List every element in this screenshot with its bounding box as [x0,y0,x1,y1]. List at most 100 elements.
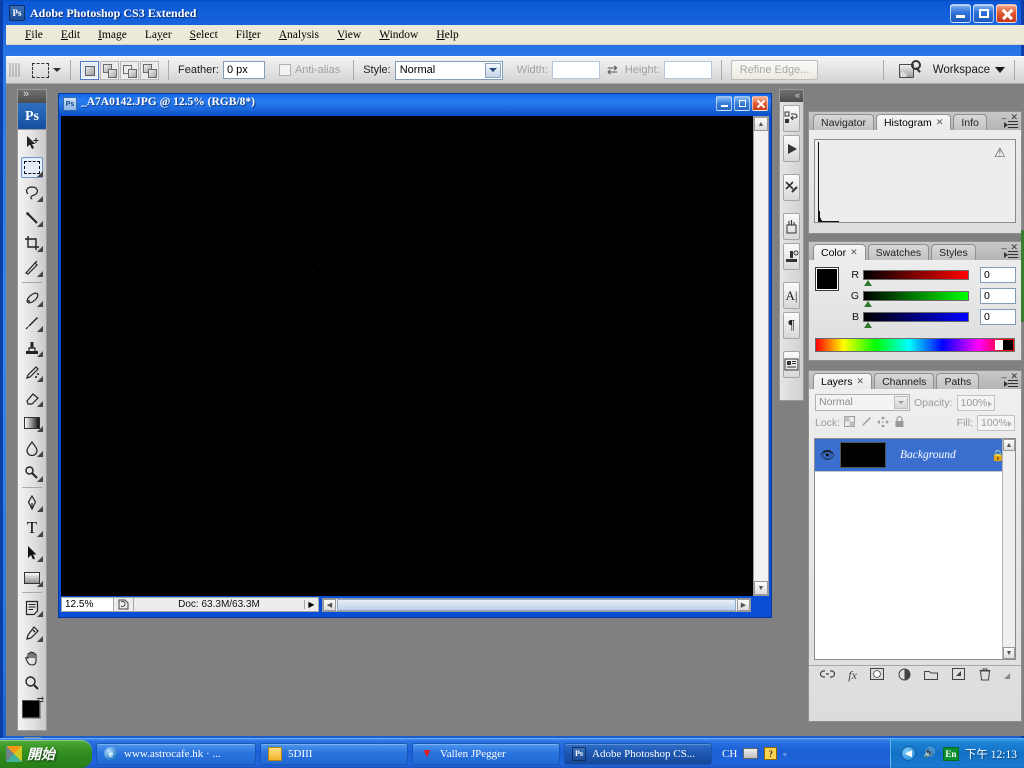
notes-tool[interactable] [18,595,46,620]
document-maximize-button[interactable] [734,96,750,111]
foreground-color-swatch[interactable] [815,267,839,291]
intersect-with-selection-button[interactable] [140,61,159,80]
palette-menu-icon[interactable] [1004,121,1018,130]
tab-color[interactable]: Color✕ [813,244,866,260]
brush-tool[interactable] [18,310,46,335]
canvas-vertical-scrollbar[interactable]: ▲ ▼ [753,116,769,596]
toolbox-gripper[interactable] [18,90,46,103]
tab-styles[interactable]: Styles [931,244,976,260]
red-slider[interactable] [863,270,969,280]
actions-panel-icon[interactable] [783,135,800,162]
menu-window[interactable]: Window [370,27,427,43]
layer-style-icon[interactable]: fx [848,668,857,683]
foreground-color-swatch[interactable] [22,700,40,718]
add-to-selection-button[interactable] [100,61,119,80]
swap-arrows-icon[interactable]: ⇄ [607,62,618,78]
history-panel-icon[interactable] [783,105,800,132]
help-icon[interactable]: ? [764,747,777,760]
canvas-horizontal-scrollbar[interactable]: ◀ ▶ [322,598,751,612]
crop-tool[interactable] [18,230,46,255]
menu-layer[interactable]: Layer [136,27,181,43]
start-button[interactable]: 開始 [0,740,92,768]
status-menu-arrow-icon[interactable]: ▶ [304,600,318,609]
opacity-input[interactable]: 100% [957,395,995,411]
fill-input[interactable]: 100% [977,415,1015,431]
language-bar[interactable]: CH ? ▫ [722,747,786,760]
healing-brush-tool[interactable] [18,285,46,310]
warning-triangle-icon[interactable]: ⚠ [994,147,1008,160]
new-selection-button[interactable] [80,61,99,80]
lock-position-icon[interactable] [877,416,889,431]
delete-layer-icon[interactable] [979,668,991,684]
character-panel-icon[interactable]: A| [783,282,800,309]
scroll-down-button[interactable]: ▼ [754,581,768,595]
lock-all-icon[interactable] [894,416,905,431]
tab-swatches[interactable]: Swatches [868,244,930,260]
document-close-button[interactable] [752,96,768,111]
close-icon[interactable]: ✕ [850,247,858,258]
taskbar-item-5diii-folder[interactable]: 5DIII [260,743,408,765]
slice-tool[interactable] [18,255,46,280]
style-select[interactable]: Normal [395,61,503,80]
rectangular-marquee-tool[interactable] [18,155,46,180]
green-slider[interactable] [863,291,969,301]
eyedropper-tool[interactable] [18,620,46,645]
paragraph-panel-icon[interactable]: ¶ [783,312,800,339]
options-bar-gripper[interactable] [8,57,20,83]
volume-icon[interactable]: 🔊 [922,746,937,761]
zoom-tool[interactable] [18,670,46,695]
layers-list-scrollbar[interactable]: ▲ ▼ [1002,439,1015,659]
type-tool[interactable]: T [18,515,46,540]
tab-navigator[interactable]: Navigator [813,114,874,130]
red-value-input[interactable]: 0 [980,267,1016,283]
adjustment-layer-icon[interactable] [898,668,911,684]
gradient-tool[interactable] [18,410,46,435]
tab-layers[interactable]: Layers✕ [813,373,872,389]
menu-view[interactable]: View [328,27,370,43]
taskbar-item-photoshop[interactable]: Ps Adobe Photoshop CS... [564,743,712,765]
scroll-right-button[interactable]: ▶ [737,599,750,611]
menu-analysis[interactable]: Analysis [270,27,328,43]
layer-visibility-icon[interactable]: 👁 [815,448,840,462]
table-row[interactable]: 👁 Background 🔒 [815,439,1015,472]
path-selection-tool[interactable] [18,540,46,565]
menu-edit[interactable]: Edit [52,27,89,43]
layer-mask-icon[interactable] [870,668,884,683]
hand-tool[interactable] [18,645,46,670]
input-language-indicator[interactable]: En [943,747,959,761]
layer-thumbnail[interactable] [840,442,886,468]
menu-help[interactable]: Help [427,27,467,43]
brushes-panel-icon[interactable] [783,213,800,240]
zoom-level-input[interactable]: 12.5% [62,598,114,611]
image-canvas[interactable] [61,116,753,596]
anti-alias-checkbox[interactable] [279,64,291,76]
bridge-icon[interactable]: Br [899,60,921,80]
height-input[interactable] [664,61,712,79]
link-layers-icon[interactable] [820,669,835,682]
lock-transparent-icon[interactable] [844,416,855,430]
width-input[interactable] [552,61,600,79]
tool-preset-picker[interactable] [32,63,61,78]
taskbar-item-internet-explorer[interactable]: e www.astrocafe.hk · ... [96,743,256,765]
scroll-up-button[interactable]: ▲ [1003,439,1015,451]
document-minimize-button[interactable] [716,96,732,111]
clock[interactable]: 下午 12:13 [965,746,1017,762]
feather-input[interactable]: 0 px [223,61,265,79]
subtract-from-selection-button[interactable] [120,61,139,80]
new-group-icon[interactable] [924,669,938,683]
menu-file[interactable]: File [16,27,52,43]
blend-mode-select[interactable]: Normal [815,394,910,411]
horizontal-scroll-thumb[interactable] [337,599,736,611]
tab-histogram[interactable]: Histogram✕ [876,114,951,130]
menu-filter[interactable]: Filter [227,27,270,43]
clone-stamp-tool[interactable] [18,335,46,360]
history-brush-tool[interactable] [18,360,46,385]
tab-paths[interactable]: Paths [936,373,979,389]
palette-menu-icon[interactable] [1004,380,1018,389]
tab-channels[interactable]: Channels [874,373,934,389]
move-tool[interactable] [18,130,46,155]
color-spectrum-ramp[interactable] [815,338,1015,352]
scroll-left-button[interactable]: ◀ [323,599,336,611]
close-icon[interactable]: ✕ [936,117,944,128]
blue-slider[interactable] [863,312,969,322]
